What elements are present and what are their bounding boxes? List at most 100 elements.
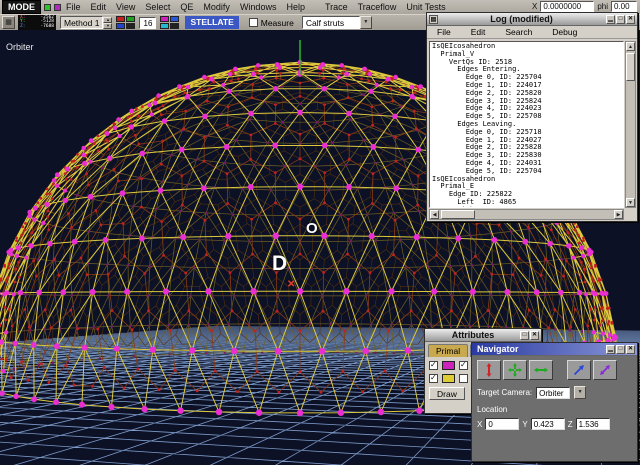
log-horizontal-scrollbar[interactable]: ◀ ▶ [429,209,624,220]
coordinate-readouts-row1: X 0.0000000 phi 0.00 [532,1,637,12]
menu-select[interactable]: Select [140,2,175,12]
measure-option: Measure [248,17,294,28]
log-menu-edit[interactable]: Edit [466,27,491,37]
purple-diagonal-double-arrow-icon [600,365,610,375]
attributes-titlebar[interactable]: Attributes □ ✕ [425,329,541,342]
navigator-maximize-icon[interactable]: □ [616,344,625,354]
menu-modify[interactable]: Modify [198,2,235,12]
mode-indicator-icon [54,3,61,11]
attributes-maximize-icon[interactable]: □ [520,330,529,340]
method-field[interactable]: Method 1 [60,16,104,29]
menu-unit-tests[interactable]: Unit Tests [401,2,450,12]
swatch-magenta[interactable] [160,16,170,22]
menu-file[interactable]: File [61,2,86,12]
menu-windows[interactable]: Windows [235,2,282,12]
loc-y-field[interactable]: 0.423 [530,418,565,430]
swatch-red[interactable] [116,16,126,22]
navigator-toolbuttons [477,360,632,380]
target-camera-dropdown-icon[interactable]: ▼ [574,386,587,399]
log-maximize-icon[interactable]: □ [616,14,625,24]
draw-button[interactable]: Draw [429,387,465,400]
measure-checkbox[interactable] [248,18,258,27]
move-vertical-button[interactable] [477,360,501,380]
mode-button[interactable]: MODE [2,0,41,14]
green-horizontal-arrow-icon [534,367,548,373]
attributes-title: Attributes [451,330,495,340]
scroll-up-icon[interactable]: ▲ [626,42,635,51]
move-horizontal-button[interactable] [529,360,553,380]
struts-combo: Calf struts ▼ [301,16,372,29]
green-four-way-arrow-icon [508,363,522,377]
edge-alt-checkbox[interactable] [459,374,468,383]
annotation-letter-o: O [306,220,318,237]
scroll-right-icon[interactable]: ▶ [614,210,623,219]
loc-z-field[interactable]: 1.536 [575,418,610,430]
menu-trace[interactable]: Trace [320,2,353,12]
loc-z-label: Z [567,419,573,429]
log-close-icon[interactable]: ✕ [626,14,635,24]
xyz-z-label: Z: [20,23,26,29]
vertex-color-swatch[interactable] [442,361,455,370]
xyz-z-value: -7688 [40,23,54,29]
log-window-icon: ▤ [429,14,438,24]
struts-value[interactable]: Calf struts [301,16,360,29]
navigator-button-gap [555,360,565,380]
color-swatch-group-1 [116,16,136,29]
log-menu-file[interactable]: File [432,27,456,37]
loc-y-label: Y [522,419,528,429]
menu-qe[interactable]: QE [175,2,198,12]
log-window-titlebar[interactable]: ▤ Log (modified) ▁ □ ✕ [427,13,637,26]
swatch-blue2[interactable] [170,16,180,22]
edge-visibility-checkbox[interactable] [429,373,438,383]
scroll-left-icon[interactable]: ◀ [430,210,439,219]
scroll-thumb-vertical[interactable] [626,53,635,81]
menu-edit[interactable]: Edit [86,2,112,12]
target-camera-value[interactable]: Orbiter [536,386,571,399]
navigator-close-icon[interactable]: ✕ [626,344,635,354]
struts-dropdown-icon[interactable]: ▼ [359,16,372,29]
stellate-button[interactable]: STELLATE [185,16,239,29]
phi-readout-field[interactable]: 0.00 [611,1,637,12]
pan-diagonal-button[interactable] [567,360,591,380]
menu-view[interactable]: View [111,2,140,12]
vertex-alt-checkbox[interactable] [459,360,468,370]
x-readout-label: X [531,2,538,11]
scroll-down-icon[interactable]: ▼ [626,198,635,207]
log-menu-bar: File Edit Search Debug [427,26,637,39]
swatch-blue[interactable] [116,23,126,29]
tab-primal[interactable]: Primal [428,344,469,357]
log-vertical-scrollbar[interactable]: ▲ ▼ [625,41,636,208]
grid-tool-icon[interactable]: ▦ [2,16,15,29]
scroll-thumb-horizontal[interactable] [441,210,475,219]
target-camera-label: Target Camera: [477,388,533,397]
move-all-axes-button[interactable] [503,360,527,380]
menu-help[interactable]: Help [281,2,310,12]
navigator-body: Target Camera: Orbiter ▼ Location X 0 Y … [472,356,637,434]
loc-x-label: X [477,419,483,429]
log-menu-search[interactable]: Search [500,27,537,37]
vertex-visibility-checkbox[interactable] [429,360,438,370]
loc-x-field[interactable]: 0 [485,418,520,430]
swatch-black[interactable] [126,23,136,29]
location-fields-row: X 0 Y 0.423 Z 1.536 [477,418,632,430]
location-label: Location [477,405,508,414]
log-menu-debug[interactable]: Debug [547,27,582,37]
x-readout-field[interactable]: 0.0000000 [540,1,595,12]
selection-marker-icon: ✕ [287,279,296,290]
application-window: MODE File Edit View Select QE Modify Win… [0,0,640,465]
navigator-titlebar[interactable]: Navigator ▁ □ ✕ [472,343,637,356]
subdivision-value-field[interactable]: 16 [139,16,157,29]
color-swatch-group-2 [160,16,180,29]
attributes-close-icon[interactable]: ✕ [530,330,539,340]
swatch-green[interactable] [126,16,136,22]
menu-traceflow[interactable]: Traceflow [353,2,402,12]
log-minimize-icon[interactable]: ▁ [606,14,615,24]
method-down-icon[interactable]: ▼ [103,22,113,29]
measure-label: Measure [260,17,294,28]
navigator-minimize-icon[interactable]: ▁ [606,344,615,354]
swatch-cyan[interactable] [160,23,170,29]
rotate-diagonal-button[interactable] [593,360,617,380]
swatch-black2[interactable] [170,23,180,29]
blue-diagonal-arrow-icon [573,365,584,376]
edge-color-swatch[interactable] [442,374,455,383]
